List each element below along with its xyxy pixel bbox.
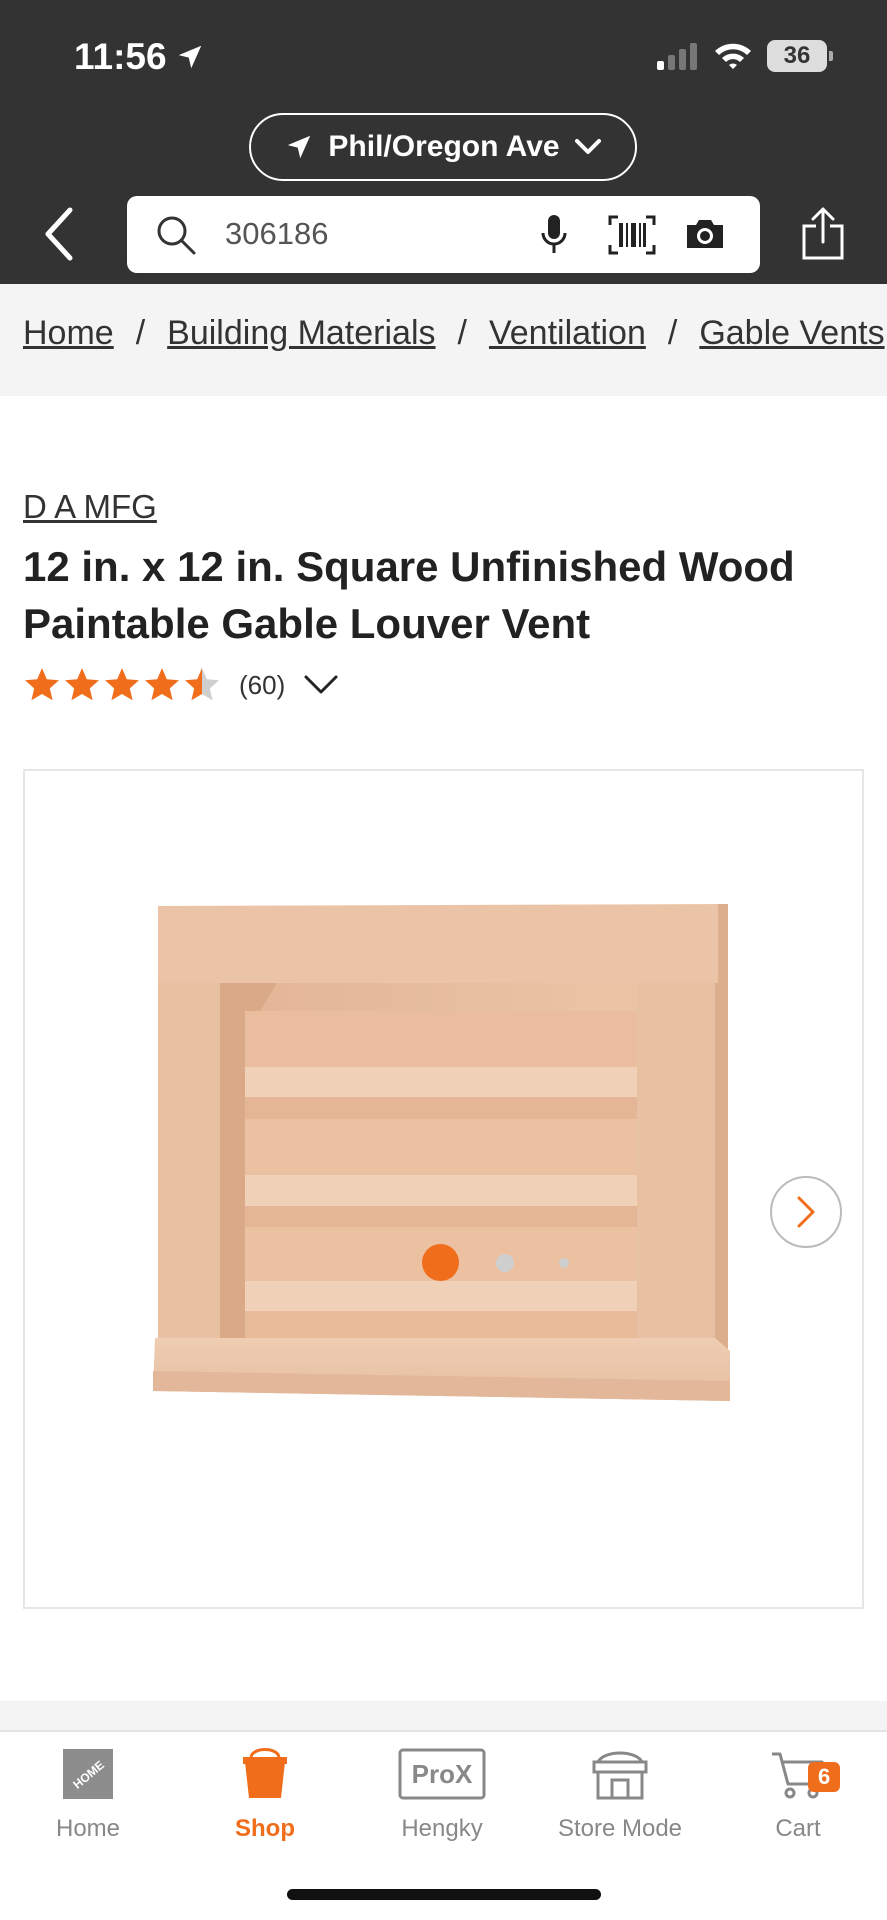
barcode-scanner-icon[interactable]: [608, 215, 656, 255]
breadcrumb-separator: /: [135, 314, 146, 352]
search-bar[interactable]: 306186: [127, 196, 760, 273]
gallery-dot-active[interactable]: [422, 1244, 459, 1281]
chevron-down-icon: [574, 139, 601, 154]
breadcrumb-building-materials[interactable]: Building Materials: [167, 314, 435, 352]
star-icon: [25, 668, 59, 701]
back-button[interactable]: [40, 206, 80, 262]
breadcrumb-ventilation[interactable]: Ventilation: [489, 314, 646, 352]
signal-icon: [657, 43, 697, 70]
shop-bucket-icon: [243, 1748, 287, 1798]
star-icon: [105, 668, 139, 701]
breadcrumb-gable-vents[interactable]: Gable Vents: [699, 314, 884, 352]
chevron-left-icon: [45, 207, 73, 261]
home-indicator[interactable]: [287, 1889, 601, 1900]
star-icon: [65, 668, 99, 701]
share-button[interactable]: [800, 206, 846, 267]
share-icon: [802, 207, 844, 260]
gallery-dot[interactable]: [496, 1254, 514, 1272]
star-icon: [145, 668, 179, 701]
home-depot-logo-icon: HOME: [63, 1749, 113, 1799]
breadcrumb-separator: /: [457, 314, 467, 352]
product-image: [153, 904, 730, 1401]
store-icon: [592, 1751, 648, 1800]
chevron-right-icon: [797, 1196, 815, 1228]
store-location-selector[interactable]: Phil/Oregon Ave: [249, 113, 637, 181]
product-brand-link[interactable]: D A MFG: [23, 488, 157, 526]
gallery-next-button[interactable]: [770, 1176, 842, 1248]
status-time-text: 11:56: [74, 36, 167, 77]
prox-logo-icon: ProX: [398, 1748, 486, 1800]
nav-pro[interactable]: ProX Hengky: [362, 1748, 522, 1843]
nav-pro-label: Hengky: [401, 1815, 483, 1842]
breadcrumb-separator: /: [667, 314, 678, 352]
rating-stars: [23, 666, 221, 704]
status-indicators: 36: [655, 40, 833, 72]
search-icon: [157, 216, 196, 255]
product-image-gallery[interactable]: [23, 769, 864, 1609]
search-input[interactable]: 306186: [225, 216, 328, 252]
cart-count-badge: 6: [808, 1762, 841, 1792]
status-time: 11:56: [74, 36, 205, 78]
breadcrumb: Home / Building Materials / Ventilation / Gabl…: [0, 284, 887, 396]
camera-icon[interactable]: [683, 216, 727, 252]
nav-cart[interactable]: 6 Cart: [718, 1748, 878, 1843]
product-rating[interactable]: (60): [23, 666, 339, 704]
microphone-icon[interactable]: [539, 213, 569, 257]
nav-cart-label: Cart: [775, 1815, 821, 1842]
location-arrow-icon: [288, 135, 311, 159]
product-card: D A MFG 12 in. x 12 in. Square Unfinishe…: [0, 396, 887, 1701]
app-header: 11:56 36 Phil/Oregon Ave 306186: [0, 0, 887, 284]
nav-store-mode-label: Store Mode: [557, 1815, 683, 1842]
star-icon: [185, 668, 219, 701]
gallery-dot[interactable]: [559, 1258, 569, 1268]
product-title: 12 in. x 12 in. Square Unfinished Wood P…: [23, 543, 795, 647]
product-page: 11:56 36 Phil/Oregon Ave 306186 Home / B…: [0, 0, 887, 1920]
store-location-label: Phil/Oregon Ave: [328, 130, 560, 163]
gallery-pagination: [0, 1240, 887, 1281]
nav-store-mode[interactable]: Store Mode: [540, 1748, 700, 1843]
louver-slats: [245, 1011, 637, 1338]
nav-home-label: Home: [55, 1815, 121, 1842]
breadcrumb-home[interactable]: Home: [23, 314, 114, 352]
battery-indicator: 36: [767, 40, 833, 72]
wifi-icon: [715, 43, 751, 69]
svg-text:ProX: ProX: [412, 1759, 473, 1789]
nav-home[interactable]: HOME Home: [8, 1748, 168, 1843]
chevron-down-icon[interactable]: [303, 674, 339, 696]
nav-shop-label: Shop: [235, 1815, 295, 1842]
review-count: (60): [239, 669, 286, 700]
nav-shop[interactable]: Shop: [185, 1748, 345, 1843]
location-arrow-icon: [178, 45, 201, 69]
